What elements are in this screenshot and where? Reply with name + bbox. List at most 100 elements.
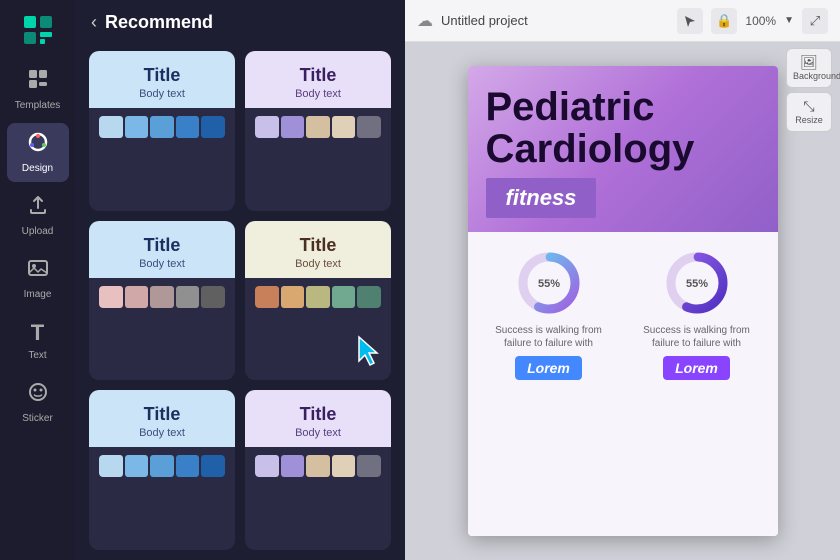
chart1-description: Success is walking from failure to failu… [482,324,616,350]
sidebar-label-sticker: Sticker [22,413,53,424]
chart2-button[interactable]: Lorem [663,356,730,380]
center-panel-title: Recommend [105,12,213,33]
card2-body: Body text [257,88,379,100]
swatch [357,286,381,308]
card2-swatches [255,116,381,138]
background-tool-btn[interactable]: 🖼 Background [786,48,832,88]
swatch [306,455,330,477]
cursor-indicator [355,335,383,372]
swatch [255,116,279,138]
center-header: ‹ Recommend [75,0,405,41]
slide-canvas: Pediatric Cardiology fitness [468,66,778,536]
swatch [125,116,149,138]
swatch [201,116,225,138]
zoom-dropdown-icon[interactable]: ▼ [784,15,794,26]
app-logo [20,12,56,48]
resize-icon: ⤡ [793,98,825,115]
card3-body: Body text [101,258,223,270]
sidebar-item-upload[interactable]: Upload [7,186,69,245]
right-panel: ☁ Untitled project 🔒 100% ▼ ⤢ 🖼 Backgrou… [405,0,840,560]
swatch [332,455,356,477]
sidebar-item-image[interactable]: Image [7,249,69,308]
slide-header-area: Pediatric Cardiology fitness [468,66,778,232]
float-toolbar: 🖼 Background ⤡ Resize [786,48,832,132]
cursor-tool-btn[interactable] [677,8,703,34]
slide-charts-area: 55% Success is walking from failure to f… [468,232,778,536]
sidebar-label-upload: Upload [22,226,54,237]
swatch [332,116,356,138]
sticker-icon [27,381,49,409]
swatch [176,455,200,477]
cloud-icon: ☁ [417,11,433,31]
swatch [99,455,123,477]
template-card-2[interactable]: Title Body text [245,51,391,211]
sidebar-item-design[interactable]: Design [7,123,69,182]
swatch [99,286,123,308]
template-card-4[interactable]: Title Body text [245,221,391,381]
swatch [255,286,279,308]
swatch [99,116,123,138]
swatch [306,116,330,138]
card1-swatches [99,116,225,138]
template-card-6[interactable]: Title Body text [245,390,391,550]
chart1-button[interactable]: Lorem [515,356,582,380]
swatch [150,455,174,477]
left-sidebar: Templates Design Upload [0,0,75,560]
swatch [201,286,225,308]
template-card-1[interactable]: Title Body text [89,51,235,211]
template-cards-grid: Title Body text Title Body text [75,41,405,560]
swatch [150,116,174,138]
swatch [281,286,305,308]
swatch [176,116,200,138]
slide-title-line1: Pediatric [486,86,760,128]
right-header: ☁ Untitled project 🔒 100% ▼ ⤢ [405,0,840,42]
zoom-level: 100% [745,14,776,28]
back-button[interactable]: ‹ [91,12,97,33]
sidebar-item-templates[interactable]: Templates [7,60,69,119]
donut-chart-1: 55% [514,248,584,318]
card4-body: Body text [257,258,379,270]
swatch [357,116,381,138]
chart-block-2: 55% Success is walking from failure to f… [630,248,764,520]
swatch [125,286,149,308]
card3-swatches [99,286,225,308]
card3-title: Title [101,235,223,256]
chart2-description: Success is walking from failure to failu… [630,324,764,350]
sidebar-item-text[interactable]: T Text [7,312,69,369]
card1-body: Body text [101,88,223,100]
lock-tool-btn[interactable]: 🔒 [711,8,737,34]
card5-body: Body text [101,427,223,439]
sidebar-item-sticker[interactable]: Sticker [7,373,69,432]
template-card-3[interactable]: Title Body text [89,221,235,381]
svg-text:55%: 55% [685,278,707,290]
card2-title: Title [257,65,379,86]
design-icon [27,131,49,159]
chart-block-1: 55% Success is walking from failure to f… [482,248,616,520]
sidebar-label-design: Design [22,163,53,174]
project-title: Untitled project [441,13,669,28]
card6-title: Title [257,404,379,425]
swatch [125,455,149,477]
background-icon: 🖼 [793,54,825,71]
expand-tool-btn[interactable]: ⤢ [802,8,828,34]
swatch [150,286,174,308]
swatch [255,455,279,477]
templates-icon [27,68,49,96]
swatch [281,116,305,138]
slide-badge: fitness [486,178,597,218]
swatch [201,455,225,477]
swatch [332,286,356,308]
resize-tool-btn[interactable]: ⤡ Resize [786,92,832,132]
card1-title: Title [101,65,223,86]
sidebar-label-image: Image [24,289,52,300]
card5-title: Title [101,404,223,425]
image-icon [27,257,49,285]
sidebar-label-templates: Templates [15,100,61,111]
card4-title: Title [257,235,379,256]
card4-swatches [255,286,381,308]
card6-swatches [255,455,381,477]
template-card-5[interactable]: Title Body text [89,390,235,550]
card5-swatches [99,455,225,477]
upload-icon [27,194,49,222]
swatch [306,286,330,308]
